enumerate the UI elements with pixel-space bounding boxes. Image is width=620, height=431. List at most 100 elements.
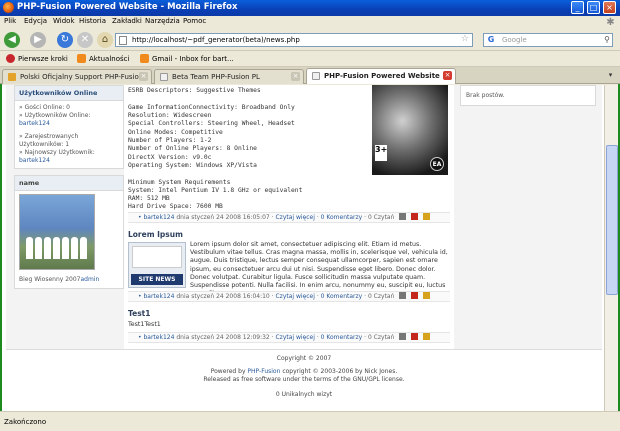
menu-help[interactable]: Pomoc [183,17,206,25]
search-box[interactable]: G Google ⚲ [483,33,613,47]
news-title[interactable]: Lorem Ipsum [128,230,183,239]
back-button[interactable]: ◀ [4,32,20,48]
phpfusion-link[interactable]: PHP-Fusion [247,368,280,375]
photo-author-link[interactable]: admin [80,276,99,283]
site-favicon-icon [8,73,16,81]
url-input[interactable]: http://localhost/~pdf_generator(beta)/ne… [132,36,300,44]
edit-icon[interactable] [423,213,431,220]
site-news-badge: SITE NEWS [131,274,183,285]
print-icon[interactable] [399,213,407,220]
tab-close-icon[interactable]: × [139,72,148,81]
powered-prefix: Powered by [210,367,248,375]
minimize-button[interactable]: _ [571,1,584,14]
tab-close-icon[interactable]: × [443,71,452,80]
comments-link[interactable]: 0 Komentarzy [321,334,363,341]
tab-close-icon[interactable]: × [291,72,300,81]
menu-bar: Plik Edycja Widok Historia Zakładki Narz… [0,16,620,29]
menu-history[interactable]: Historia [79,17,106,25]
tab-phpfusion-website[interactable]: PHP-Fusion Powered Website × [306,68,456,84]
bookmark-star-icon[interactable]: ☆ [461,34,469,44]
news-date: dnia styczeń 24 2008 16:04:10 [176,293,270,300]
search-icon[interactable]: ⚲ [604,35,610,44]
pdf-icon[interactable] [411,292,419,299]
news-author-link[interactable]: bartek124 [143,214,174,221]
menu-tools[interactable]: Narzędzia [145,17,180,25]
menu-bookmarks[interactable]: Zakładki [112,17,142,25]
home-button[interactable]: ⌂ [97,32,113,48]
print-icon[interactable] [399,333,407,340]
photo-panel-title: name [15,176,123,192]
read-more-link[interactable]: Czytaj więcej [275,334,314,341]
registered-users-line2: Użytkowników: 1 [19,140,70,148]
comments-link[interactable]: 0 Komentarzy [321,293,363,300]
no-posts-text: Brak postów. [466,92,505,99]
footer-powered-by: Powered by PHP-Fusion copyright © 2003-2… [6,368,602,377]
comments-link[interactable]: 0 Komentarzy [321,214,363,221]
news-author-link[interactable]: bartek124 [143,293,174,300]
bookmarks-toolbar: Pierwsze kroki Aktualności Gmail - Inbox… [0,51,620,67]
left-sidebar: Użytkowników Online » Gości Online: 0 » … [14,85,124,295]
bookmark-getting-started[interactable]: Pierwsze kroki [6,54,68,63]
tab-list-icon[interactable]: ▾ [605,70,616,81]
newest-member-link[interactable]: bartek124 [19,157,119,165]
menu-file[interactable]: Plik [4,17,16,25]
page-icon [312,72,320,80]
online-user-link[interactable]: bartek124 [19,120,119,128]
read-more-link[interactable]: Czytaj więcej [275,293,314,300]
edit-icon[interactable] [423,292,431,299]
news-body: Lorem ipsum dolor sit amet, consectetuer… [190,241,448,297]
pdf-icon[interactable] [411,213,419,220]
tab-polski-support[interactable]: Polski Oficjalny Support PHP-Fusion × [2,69,152,84]
menu-view[interactable]: Widok [53,17,75,25]
powered-suffix: copyright © 2003-2006 by Nick Jones. [280,367,398,375]
status-text: Zakończono [4,418,47,426]
read-more-link[interactable]: Czytaj więcej [275,214,314,221]
pdf-icon[interactable] [411,333,419,340]
photo-panel: name Bieg Wiosenny 2007admin [14,175,124,289]
footer-license: Released as free software under the term… [203,376,405,383]
rss-icon [77,54,86,63]
throbber-icon: ✱ [606,17,615,28]
menu-edit[interactable]: Edycja [24,17,47,25]
window-titlebar: PHP-Fusion Powered Website - Mozilla Fir… [0,0,620,16]
news-thumbnail: SITE NEWS [128,242,186,288]
bookmark-gmail[interactable]: Gmail - Inbox for bart... [140,54,234,63]
footer-visits: 0 Unikalnych wizyt [275,390,333,398]
users-online: » Użytkowników Online: [19,112,91,120]
bookmark-label: Pierwsze kroki [18,55,68,63]
google-icon[interactable]: G [486,35,496,45]
edit-icon[interactable] [423,333,431,340]
gallery-photo[interactable] [19,194,95,271]
status-bar: Zakończono [0,411,620,431]
tab-bar: Polski Oficjalny Support PHP-Fusion × Be… [0,67,620,84]
reload-button[interactable]: ↻ [57,32,73,48]
print-icon[interactable] [399,292,407,299]
game-cover-image: 3+ EA [372,85,448,175]
close-button[interactable]: × [603,1,616,14]
stop-button[interactable]: ✕ [77,32,93,48]
users-online-title: Użytkowników Online [15,86,123,101]
tab-beta-team[interactable]: Beta Team PHP-Fusion PL × [154,69,304,84]
forward-button[interactable]: ▶ [30,32,46,48]
page-viewport: Użytkowników Online » Gości Online: 0 » … [2,85,604,411]
reads-count: 0 Czytań [367,214,395,221]
red-heart-icon [6,54,15,63]
bookmark-news[interactable]: Aktualności [77,54,129,63]
news-author-link[interactable]: bartek124 [143,334,174,341]
news-footer: • bartek124 dnia styczeń 24 2008 12:09:3… [128,332,450,343]
search-input[interactable]: Google [502,36,527,44]
news-title[interactable]: Test1 [128,309,150,318]
site-footer: Copyright © 2007 Powered by PHP-Fusion c… [6,349,602,411]
bookmark-label: Aktualności [89,55,130,63]
photo-caption-row: Bieg Wiosenny 2007admin [15,273,123,287]
news-body: Test1Test1 [128,321,161,328]
tab-label: PHP-Fusion Powered Website [324,72,440,80]
maximize-button[interactable]: □ [587,1,600,14]
page-content: Użytkowników Online » Gości Online: 0 » … [6,85,602,411]
window-title: PHP-Fusion Powered Website - Mozilla Fir… [17,2,238,12]
reads-count: 0 Czytań [367,334,395,341]
page-scrollbar[interactable] [604,85,618,411]
scrollbar-thumb[interactable] [606,145,618,295]
forum-threads-panel: Brak postów. [460,85,596,106]
url-bar[interactable]: http://localhost/~pdf_generator(beta)/ne… [115,33,473,47]
